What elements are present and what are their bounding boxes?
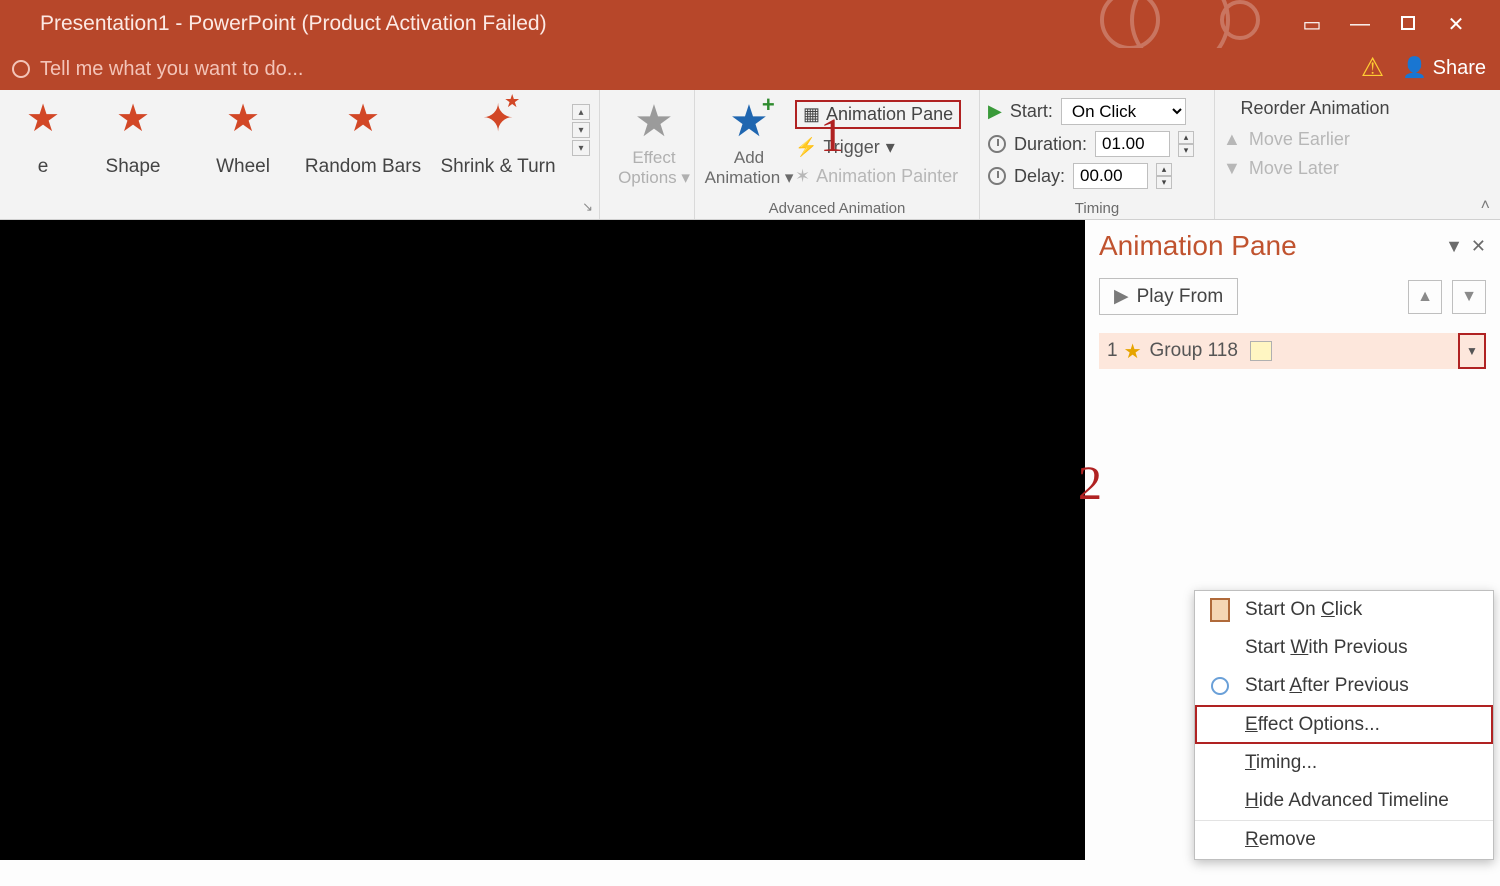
spinner-up-icon[interactable]: ▴ [1156,163,1172,176]
item-index: 1 [1107,340,1118,362]
star-icon: ★ [226,98,260,140]
star-icon: ✦★ [482,98,514,140]
brush-icon: ✶ [795,166,810,187]
spinner-down-icon[interactable]: ▾ [1178,144,1194,157]
animation-item-context-menu: Start On Click Start With Previous Start… [1194,590,1494,860]
animation-pane-panel: Animation Pane ▼ ✕ ▶ Play From ▲ ▼ 1 ★ G… [1085,220,1500,379]
clock-icon [988,135,1006,153]
start-select[interactable]: On Click [1061,98,1186,125]
ribbon: ★ e ★ Shape ★ Wheel ★ Random Bars ✦★ Shr… [0,90,1500,220]
move-up-button[interactable]: ▲ [1408,280,1442,314]
move-earlier-button: ▲Move Earlier [1223,129,1407,150]
person-icon: 👤 [1402,57,1427,79]
menu-timing[interactable]: Timing... [1195,744,1493,782]
menu-start-after-previous[interactable]: Start After Previous [1195,667,1493,705]
pane-title: Animation Pane [1099,230,1297,262]
chevron-down-icon: ▼ [1223,158,1241,179]
animation-list-item[interactable]: 1 ★ Group 118 ▼ [1099,333,1486,369]
slide-canvas[interactable] [0,220,1085,860]
gallery-more-icon[interactable]: ▾ [572,140,590,156]
clock-icon [1207,673,1233,699]
share-area: ⚠ 👤 Share [1361,52,1486,83]
clock-icon [988,167,1006,185]
star-icon: ★ [346,98,380,140]
gallery-item-random-bars[interactable]: ★ Random Bars [298,100,428,178]
animation-painter-button: ✶ Animation Painter [795,166,970,187]
item-name: Group 118 [1150,340,1238,362]
reorder-group: Reorder Animation ▲Move Earlier ▼Move La… [1215,90,1415,219]
gallery-up-icon[interactable]: ▴ [572,104,590,120]
restore-icon[interactable] [1394,13,1422,36]
menu-start-on-click[interactable]: Start On Click [1195,591,1493,629]
timeline-swatch [1250,341,1272,361]
annotation-2: 2 [1078,456,1102,511]
play-from-button[interactable]: ▶ Play From [1099,278,1238,315]
ribbon-display-icon[interactable]: ▭ [1298,12,1326,37]
pane-options-icon[interactable]: ▼ [1445,236,1463,257]
play-icon: ▶ [988,101,1002,122]
animation-gallery-group: ★ e ★ Shape ★ Wheel ★ Random Bars ✦★ Shr… [0,90,600,219]
annotation-1: 1 [820,108,844,163]
titlebar-decor [800,0,1300,48]
star-icon: ★ [729,100,768,144]
gallery-item-prev[interactable]: ★ e [8,100,78,178]
bolt-icon: ⚡ [795,137,817,158]
title-bar: Presentation1 - PowerPoint (Product Acti… [0,0,1500,48]
pane-close-icon[interactable]: ✕ [1471,236,1486,257]
delay-row: Delay: ▴▾ [988,163,1206,189]
gallery-item-wheel[interactable]: ★ Wheel [188,100,298,178]
cursor-click-icon [1207,597,1233,623]
gallery-down-icon[interactable]: ▾ [572,122,590,138]
dialog-launcher-icon[interactable]: ↘ [582,199,593,215]
move-down-button[interactable]: ▼ [1452,280,1486,314]
group-label-advanced: Advanced Animation [695,200,979,217]
timing-group: ▶ Start: On Click Duration: ▴▾ Delay: ▴▾… [980,90,1215,219]
move-later-button: ▼Move Later [1223,158,1407,179]
workspace: Animation Pane ▼ ✕ ▶ Play From ▲ ▼ 1 ★ G… [0,220,1500,886]
menu-effect-options[interactable]: Effect Options... [1195,705,1493,744]
start-row: ▶ Start: On Click [988,98,1206,125]
warning-icon[interactable]: ⚠ [1361,52,1384,83]
reorder-header: Reorder Animation [1223,98,1407,119]
group-label-timing: Timing [980,200,1214,217]
tellme-input[interactable]: Tell me what you want to do... [40,58,303,81]
gallery-item-shape[interactable]: ★ Shape [78,100,188,178]
effect-options-group: ★ Effect Options ▾ [600,90,695,219]
delay-input[interactable] [1073,163,1148,189]
star-icon: ★ [116,98,150,140]
minimize-icon[interactable]: — [1346,13,1374,36]
close-icon[interactable]: ✕ [1442,12,1470,37]
spinner-up-icon[interactable]: ▴ [1178,131,1194,144]
share-button[interactable]: 👤 Share [1402,55,1486,80]
duration-input[interactable] [1095,131,1170,157]
pane-icon: ▦ [803,104,820,125]
star-icon: ★ [1124,339,1142,364]
collapse-ribbon-icon[interactable]: ˄ [1481,197,1490,215]
star-icon: ★ [634,100,673,144]
animation-gallery[interactable]: ★ e ★ Shape ★ Wheel ★ Random Bars ✦★ Shr… [8,94,591,178]
menu-start-with-previous[interactable]: Start With Previous [1195,629,1493,667]
play-icon: ▶ [1114,285,1129,308]
effect-options-button: ★ Effect Options ▾ [608,94,700,188]
menu-remove[interactable]: Remove [1195,820,1493,859]
gallery-scroll[interactable]: ▴ ▾ ▾ [572,104,590,156]
tellme-bar: Tell me what you want to do... ⚠ 👤 Share [0,48,1500,90]
menu-hide-timeline[interactable]: Hide Advanced Timeline [1195,782,1493,820]
star-icon: ★ [26,98,60,140]
item-dropdown-icon[interactable]: ▼ [1458,333,1486,369]
app-title: Presentation1 - PowerPoint (Product Acti… [40,12,547,36]
spinner-down-icon[interactable]: ▾ [1156,176,1172,189]
lightbulb-icon [12,60,30,78]
chevron-up-icon: ▲ [1223,129,1241,150]
duration-row: Duration: ▴▾ [988,131,1206,157]
add-animation-button[interactable]: ★ Add Animation ▾ [703,94,795,188]
window-controls: ▭ — ✕ [1298,0,1500,48]
gallery-item-shrink-turn[interactable]: ✦★ Shrink & Turn [428,100,568,178]
